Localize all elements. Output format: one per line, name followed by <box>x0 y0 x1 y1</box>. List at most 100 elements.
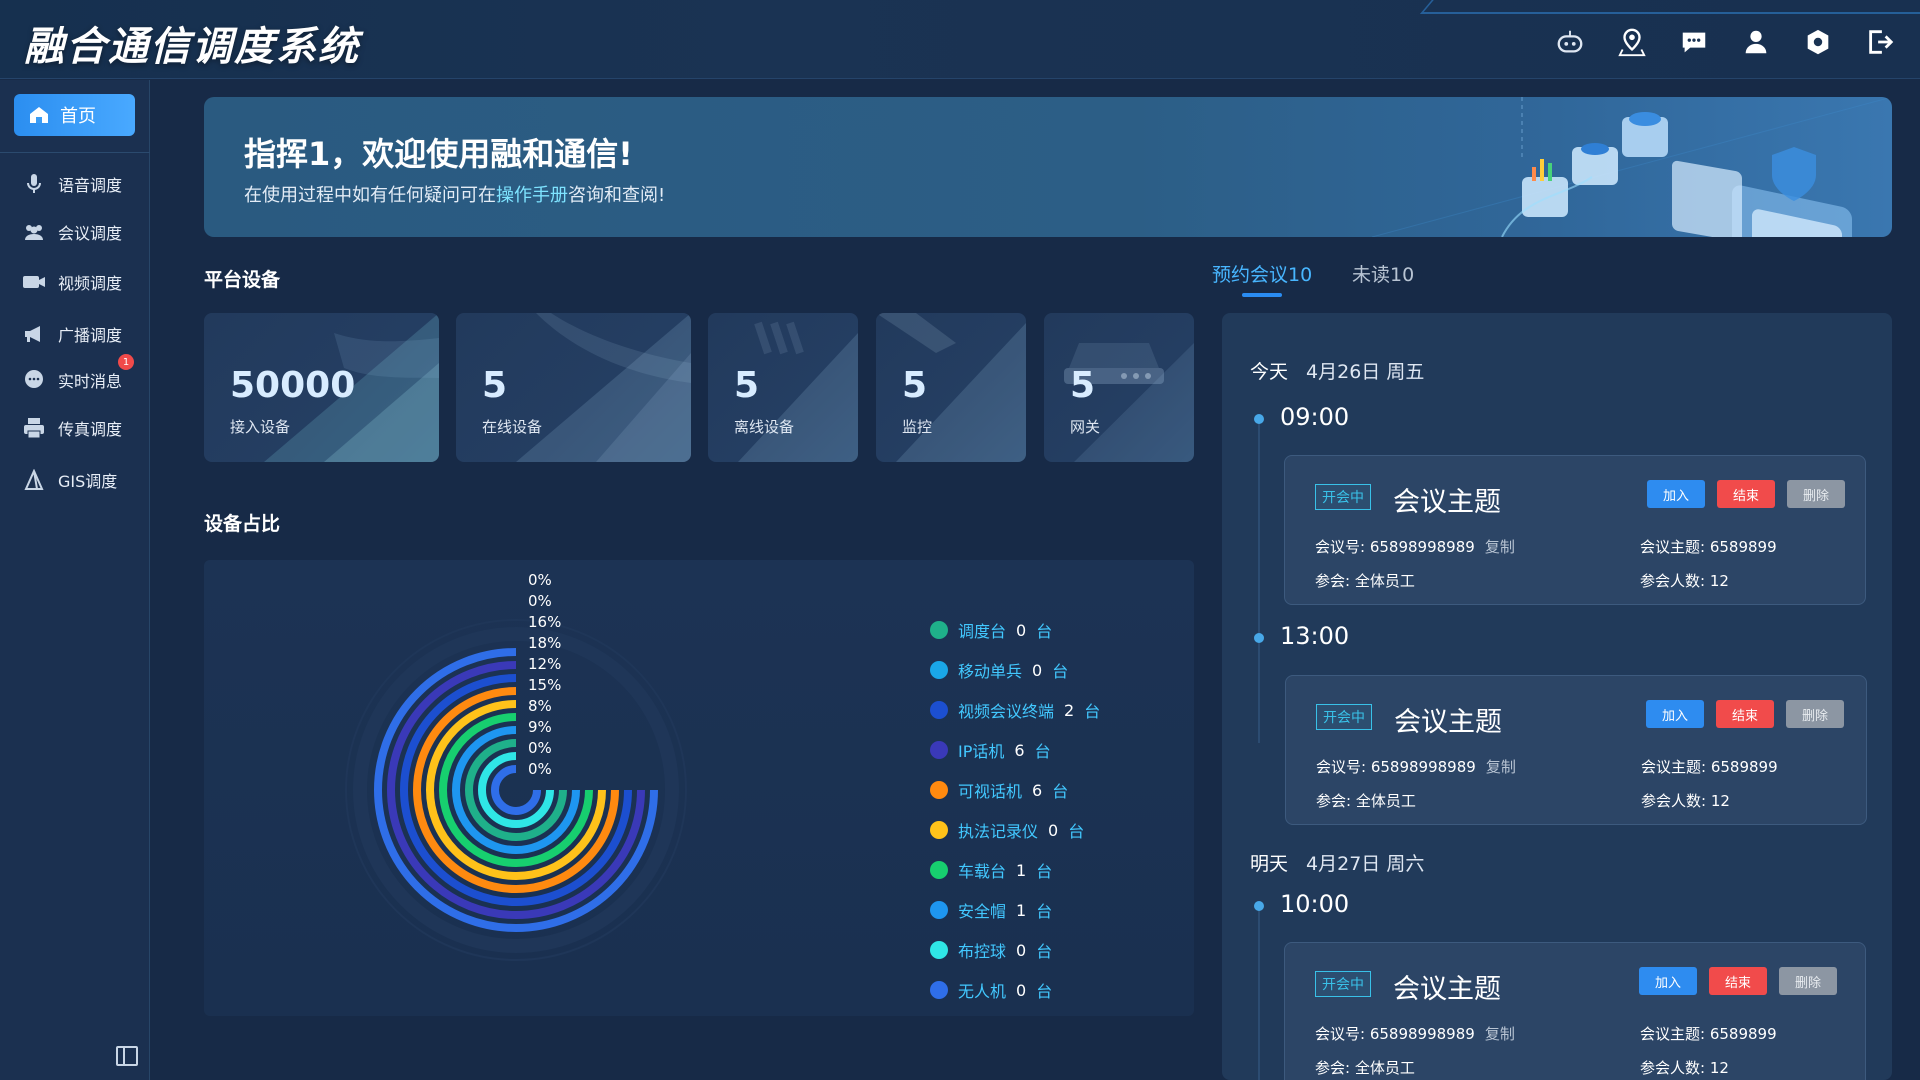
unread-badge: 1 <box>118 354 134 370</box>
settings-icon[interactable] <box>1802 26 1834 58</box>
tab-unread[interactable]: 未读10 <box>1352 260 1414 287</box>
welcome-banner: 指挥1，欢迎使用融和通信! 在使用过程中如有任何疑问可在操作手册咨询和查阅! <box>204 97 1892 237</box>
legend-dot <box>930 741 948 759</box>
end-button[interactable]: 结束 <box>1717 480 1775 508</box>
percent-label: 16% <box>528 613 562 631</box>
copy-button[interactable]: 复制 <box>1485 538 1515 556</box>
percent-label: 9% <box>528 718 552 736</box>
location-pin-icon[interactable] <box>1616 26 1648 58</box>
radial-bar-arc <box>439 713 593 867</box>
meeting-id-text: 会议号: 65898998989 <box>1316 758 1476 776</box>
stat-value: 5 <box>1070 365 1096 406</box>
stat-value: 5 <box>902 365 928 406</box>
stat-label: 接入设备 <box>230 418 291 436</box>
copy-button[interactable]: 复制 <box>1485 1025 1515 1043</box>
legend-item: 执法记录仪 0 台 <box>930 818 1084 842</box>
sidebar-item-label: 广播调度 <box>58 326 123 345</box>
meeting-id: 会议号: 65898998989 复制 <box>1315 536 1515 557</box>
sidebar-item-gis[interactable]: GIS调度 <box>22 468 117 492</box>
radial-bar-arc <box>452 726 580 854</box>
stat-label: 在线设备 <box>482 418 543 436</box>
subtitle-text-after: 咨询和查阅! <box>568 185 666 206</box>
status-badge: 开会中 <box>1316 704 1372 730</box>
join-button[interactable]: 加入 <box>1646 700 1704 728</box>
sidebar-item-video[interactable]: 视频调度 <box>22 270 122 294</box>
legend-item: 可视话机 6 台 <box>930 778 1068 802</box>
meeting-id: 会议号: 65898998989 复制 <box>1315 1023 1515 1044</box>
legend-count: 0 <box>1032 660 1043 680</box>
meeting-title: 会议主题 <box>1394 707 1502 738</box>
legend-count: 0 <box>1016 940 1027 960</box>
legend-unit: 台 <box>1036 942 1053 961</box>
logout-icon[interactable] <box>1864 26 1896 58</box>
stat-label: 离线设备 <box>734 418 795 436</box>
stat-value: 50000 <box>230 365 356 406</box>
radial-bar-chart <box>345 619 687 961</box>
sidebar-item-messages[interactable]: 实时消息 1 <box>22 354 134 392</box>
card-decor <box>738 321 858 462</box>
legend-unit: 台 <box>1068 822 1085 841</box>
stat-card-online: 5 在线设备 <box>456 313 691 462</box>
meeting-id: 会议号: 65898998989 复制 <box>1316 756 1516 777</box>
meeting-attendee-count: 参会人数: 12 <box>1640 1059 1729 1077</box>
sidebar-collapse-icon[interactable] <box>116 1046 138 1066</box>
microphone-icon <box>27 174 41 193</box>
robot-icon[interactable] <box>1554 26 1586 58</box>
timeline-dot <box>1254 901 1264 911</box>
home-button[interactable]: 首页 <box>14 94 135 136</box>
legend-dot <box>930 661 948 679</box>
legend-item: 调度台 0 台 <box>930 618 1052 642</box>
group-icon <box>25 225 43 240</box>
meeting-card[interactable]: 开会中 会议主题 加入 结束 删除 会议号: 65898998989 复制 会议主… <box>1284 942 1866 1080</box>
megaphone-icon <box>25 326 40 342</box>
day-header-today: 今天 4月26日 周五 <box>1250 357 1424 384</box>
join-button[interactable]: 加入 <box>1639 967 1697 995</box>
active-tab-indicator <box>1242 293 1282 297</box>
meeting-time: 09:00 <box>1280 403 1350 431</box>
legend-count: 1 <box>1016 900 1027 920</box>
stat-label: 网关 <box>1070 418 1101 436</box>
user-icon[interactable] <box>1740 26 1772 58</box>
sidebar-item-broadcast[interactable]: 广播调度 <box>22 322 122 346</box>
sidebar-item-label: GIS调度 <box>58 472 118 491</box>
sidebar-divider <box>0 152 150 153</box>
day-label: 今天 <box>1250 361 1289 383</box>
legend-unit: 台 <box>1036 982 1053 1001</box>
sidebar-item-voice[interactable]: 语音调度 <box>22 172 122 196</box>
meeting-card[interactable]: 开会中 会议主题 加入 结束 删除 会议号: 65898998989 复制 会议主… <box>1285 675 1867 825</box>
legend-count: 2 <box>1064 700 1075 720</box>
legend-dot <box>930 941 948 959</box>
message-icon <box>25 370 43 388</box>
delete-button[interactable]: 删除 <box>1787 480 1845 508</box>
legend-unit: 台 <box>1052 782 1069 801</box>
legend-dot <box>930 901 948 919</box>
legend-count: 6 <box>1032 780 1043 800</box>
day-date: 4月26日 周五 <box>1306 361 1425 383</box>
join-button[interactable]: 加入 <box>1647 480 1705 508</box>
sidebar: 首页 语音调度 会议调度 视频调度 广播调度 实时消息 1 传真调度 GIS调度 <box>0 80 150 1080</box>
day-label: 明天 <box>1250 853 1289 875</box>
sidebar-item-meeting[interactable]: 会议调度 <box>22 220 122 244</box>
end-button[interactable]: 结束 <box>1716 700 1774 728</box>
percent-label: 12% <box>528 655 562 673</box>
legend-unit: 台 <box>1036 862 1053 881</box>
delete-button[interactable]: 删除 <box>1779 967 1837 995</box>
legend-item: 移动单兵 0 台 <box>930 658 1068 682</box>
legend-item: IP话机 6 台 <box>930 738 1051 762</box>
delete-button[interactable]: 删除 <box>1786 700 1844 728</box>
tab-scheduled-meetings[interactable]: 预约会议10 <box>1212 260 1312 287</box>
meeting-id-text: 会议号: 65898998989 <box>1315 538 1475 556</box>
stat-value: 5 <box>482 365 508 406</box>
copy-button[interactable]: 复制 <box>1486 758 1516 776</box>
end-button[interactable]: 结束 <box>1709 967 1767 995</box>
sidebar-item-label: 传真调度 <box>58 420 123 439</box>
legend-count: 6 <box>1014 740 1025 760</box>
meeting-card[interactable]: 开会中 会议主题 加入 结束 删除 会议号: 65898998989 复制 会议主… <box>1284 455 1866 605</box>
manual-link[interactable]: 操作手册 <box>496 185 568 206</box>
sidebar-item-fax[interactable]: 传真调度 <box>22 416 122 440</box>
chat-icon[interactable] <box>1678 26 1710 58</box>
legend-count: 1 <box>1016 860 1027 880</box>
legend-unit: 台 <box>1036 902 1053 921</box>
legend-name: 移动单兵 <box>958 662 1023 681</box>
legend-item: 无人机 0 台 <box>930 978 1052 1002</box>
